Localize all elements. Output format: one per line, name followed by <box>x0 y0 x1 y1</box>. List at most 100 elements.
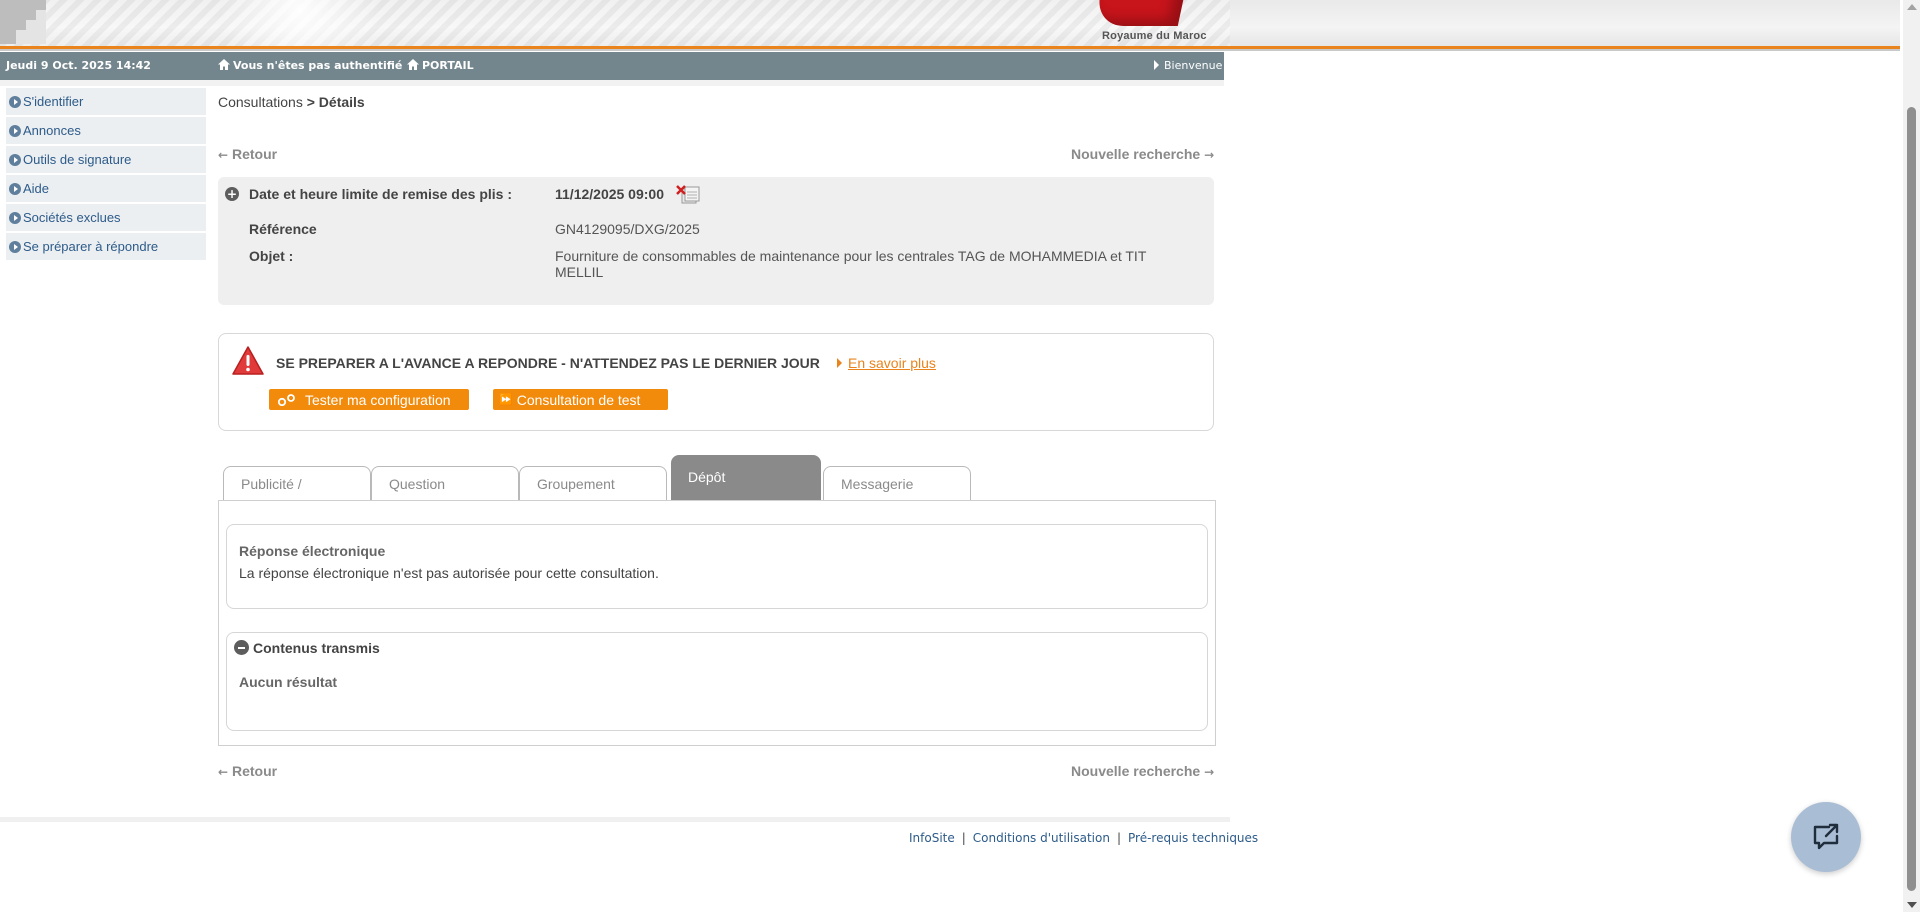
sidebar-item-excluded-companies[interactable]: Sociétés exclues <box>6 204 206 231</box>
scroll-down-icon[interactable] <box>1907 902 1917 908</box>
sidebar-item-prepare[interactable]: Se préparer à répondre <box>6 233 206 260</box>
footer-link-terms[interactable]: Conditions d'utilisation <box>973 831 1110 845</box>
reference-value: GN4129095/DXG/2025 <box>555 221 700 237</box>
sidebar-item-label: Outils de signature <box>23 152 132 167</box>
electronic-response-title: Réponse électronique <box>239 543 386 559</box>
welcome-link[interactable]: Bienvenue <box>1154 59 1222 72</box>
sidebar-item-label: Sociétés exclues <box>23 210 121 225</box>
chat-icon <box>1813 823 1839 850</box>
portal-link[interactable]: PORTAIL <box>407 59 474 72</box>
vertical-scrollbar[interactable] <box>1903 0 1920 912</box>
consultation-summary: + Date et heure limite de remise des pli… <box>218 177 1214 305</box>
electronic-response-box: Réponse électronique La réponse électron… <box>226 524 1208 609</box>
tab-question[interactable]: Question <box>371 466 519 500</box>
header-banner: Royaume du Maroc <box>0 0 1900 46</box>
learn-more-link[interactable]: En savoir plus <box>837 355 936 371</box>
footer-link-infosite[interactable]: InfoSite <box>909 831 955 845</box>
country-label: Royaume du Maroc <box>1102 30 1207 42</box>
arrow-circle-icon <box>9 95 21 108</box>
test-consultation-label: Consultation de test <box>516 391 641 408</box>
transmitted-contents-title: Contenus transmis <box>253 640 380 656</box>
tab-label: Messagerie <box>841 476 914 492</box>
tab-messaging[interactable]: Messagerie <box>823 466 971 500</box>
back-label: Retour <box>231 763 278 779</box>
footer-separator: | <box>961 831 966 845</box>
object-label: Objet : <box>249 248 294 264</box>
portal-label: PORTAIL <box>422 59 474 72</box>
back-link-top[interactable]: ← Retour <box>218 146 277 162</box>
scrollbar-thumb[interactable] <box>1907 107 1916 891</box>
banner-corner-graphic <box>0 0 46 44</box>
info-bar-shadow <box>0 80 1224 86</box>
object-value: Fourniture de consommables de maintenanc… <box>555 248 1147 280</box>
scroll-up-icon[interactable] <box>1907 4 1917 10</box>
arrow-circle-icon <box>9 211 21 224</box>
footer-divider <box>0 817 1230 822</box>
sidebar-item-label: Aide <box>23 181 50 196</box>
new-search-label: Nouvelle recherche <box>1071 763 1201 779</box>
arrow-left-icon: ← <box>218 148 229 162</box>
new-search-link-bottom[interactable]: Nouvelle recherche → <box>1071 763 1214 779</box>
tab-grouping[interactable]: Groupement <box>519 466 667 500</box>
sidebar-menu: S'identifier Annonces Outils de signatur… <box>6 88 206 262</box>
home-icon <box>218 59 230 70</box>
page: Royaume du Maroc Jeudi 9 Oct. 2025 14:42… <box>0 0 1900 912</box>
tab-publicity[interactable]: Publicité / <box>223 466 371 500</box>
info-bar: Jeudi 9 Oct. 2025 14:42 Vous n'êtes pas … <box>0 52 1224 80</box>
sidebar-item-identify[interactable]: S'identifier <box>6 88 206 115</box>
test-consultation-button[interactable]: ⏩ Consultation de test <box>493 389 668 410</box>
arrow-right-icon: → <box>1204 765 1215 779</box>
breadcrumb: Consultations > Détails <box>218 94 365 110</box>
sidebar-item-help[interactable]: Aide <box>6 175 206 202</box>
transmitted-contents-box: Contenus transmis Aucun résultat <box>226 632 1208 731</box>
breadcrumb-parent[interactable]: Consultations <box>218 94 303 110</box>
footer-link-requirements[interactable]: Pré-requis techniques <box>1128 831 1258 845</box>
electronic-response-text: La réponse électronique n'est pas autori… <box>239 565 659 581</box>
auth-status-label: Vous n'êtes pas authentifié <box>233 59 403 72</box>
breadcrumb-separator: > <box>306 94 315 110</box>
welcome-label: Bienvenue <box>1164 59 1223 72</box>
sidebar-item-label: S'identifier <box>23 94 84 109</box>
calendar-icon[interactable] <box>676 185 700 205</box>
auth-status[interactable]: Vous n'êtes pas authentifié <box>218 59 402 72</box>
header-stripe-grey <box>0 49 1900 51</box>
back-label: Retour <box>231 146 278 162</box>
arrow-right-icon: → <box>1204 148 1215 162</box>
expand-icon[interactable]: + <box>225 187 239 201</box>
arrow-right-icon <box>1154 60 1159 70</box>
tab-label: Dépôt <box>688 469 726 485</box>
tab-label: Groupement <box>537 476 615 492</box>
test-configuration-button[interactable]: Tester ma configuration <box>269 389 469 410</box>
collapse-icon[interactable] <box>234 640 249 655</box>
sidebar-item-signature-tools[interactable]: Outils de signature <box>6 146 206 173</box>
learn-more-label: En savoir plus <box>848 355 936 371</box>
tab-deposit[interactable]: Dépôt <box>671 455 821 500</box>
chat-button[interactable] <box>1791 802 1861 872</box>
tab-label: Publicité / <box>241 476 302 492</box>
test-configuration-label: Tester ma configuration <box>305 391 451 408</box>
prepare-title: SE PREPARER A L'AVANCE A REPONDRE - N'AT… <box>276 355 820 371</box>
deadline-value: 11/12/2025 09:00 <box>555 186 664 202</box>
footer-links: InfoSite | Conditions d'utilisation | Pré-re… <box>909 831 1258 845</box>
arrow-left-icon: ← <box>218 765 229 779</box>
current-date: Jeudi 9 Oct. 2025 14:42 <box>6 59 151 72</box>
home-icon <box>407 59 419 70</box>
gear-icon <box>277 393 295 406</box>
new-search-label: Nouvelle recherche <box>1071 146 1201 162</box>
no-result-text: Aucun résultat <box>239 674 338 690</box>
tab-bar: Publicité / Question Groupement Dépôt Me… <box>223 455 1213 500</box>
arrow-circle-icon <box>9 124 21 137</box>
arrow-right-icon <box>837 358 842 368</box>
breadcrumb-current: Détails <box>318 94 365 110</box>
warning-triangle-icon <box>232 346 264 375</box>
footer-separator: | <box>1116 831 1121 845</box>
arrow-circle-icon <box>9 153 21 166</box>
tab-label: Question <box>389 476 446 492</box>
arrow-circle-icon <box>9 182 21 195</box>
deposit-panel: Réponse électronique La réponse électron… <box>218 500 1216 746</box>
sidebar-item-announcements[interactable]: Annonces <box>6 117 206 144</box>
reference-label: Référence <box>249 221 317 237</box>
banner-decoration <box>0 0 1230 46</box>
new-search-link-top[interactable]: Nouvelle recherche → <box>1071 146 1214 162</box>
back-link-bottom[interactable]: ← Retour <box>218 763 277 779</box>
